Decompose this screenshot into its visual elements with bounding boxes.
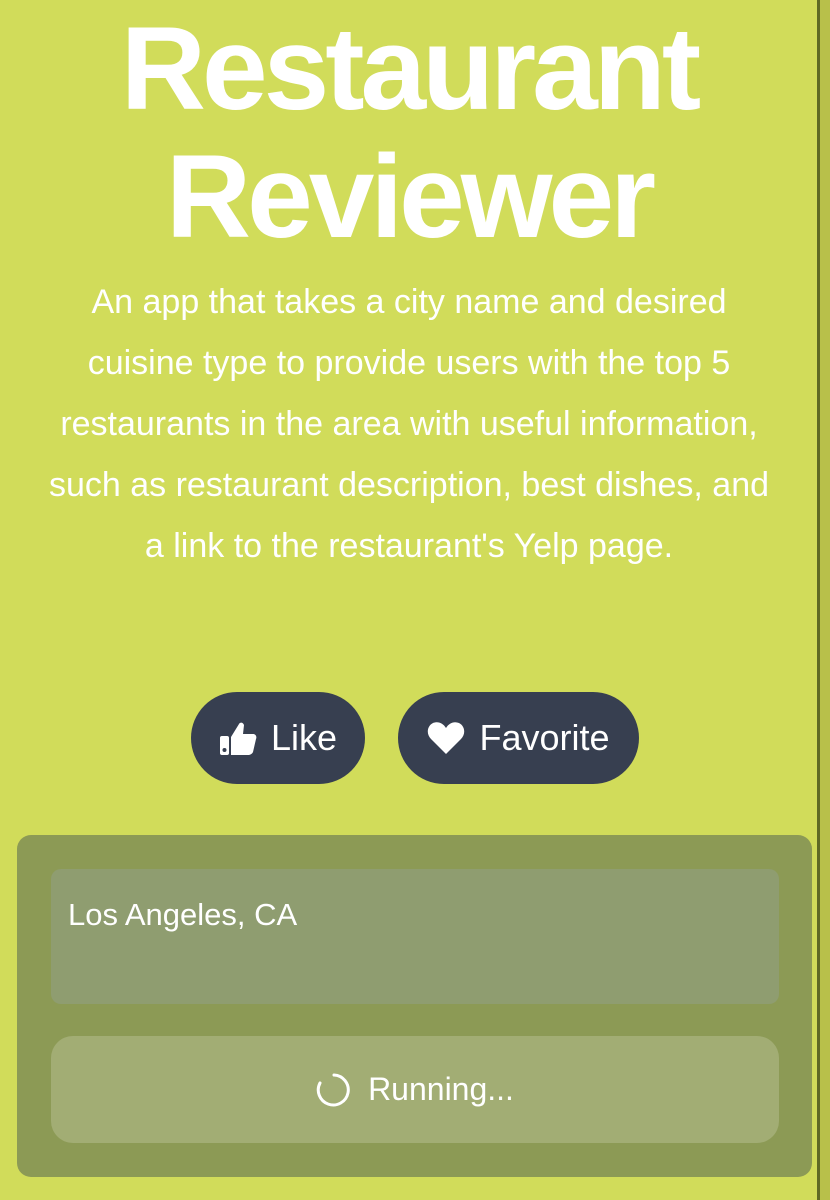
location-input[interactable]: Los Angeles, CA: [51, 869, 779, 1004]
title-line-reviewer: Reviewer: [165, 131, 656, 263]
title-line-restaurant: Restaurant: [120, 3, 701, 135]
app-root: Restaurant Reviewer An app that takes a …: [0, 0, 818, 1200]
run-button-label: Running...: [368, 1071, 514, 1107]
favorite-button-label: Favorite: [479, 717, 610, 758]
like-button-label: Like: [270, 717, 338, 758]
page-title: Restaurant Reviewer: [0, 5, 818, 261]
loading-spinner-icon: [316, 1072, 352, 1108]
app-description: An app that takes a city name and desire…: [48, 283, 770, 565]
location-input-value: Los Angeles, CA: [68, 897, 298, 932]
heart-icon: [427, 721, 465, 755]
thumbs-up-icon: [219, 720, 257, 756]
search-panel: Los Angeles, CA Running...: [17, 835, 812, 1177]
run-button[interactable]: Running...: [51, 1036, 779, 1143]
like-button[interactable]: Like: [191, 692, 365, 784]
right-divider: [817, 0, 820, 1200]
favorite-button[interactable]: Favorite: [398, 692, 639, 784]
